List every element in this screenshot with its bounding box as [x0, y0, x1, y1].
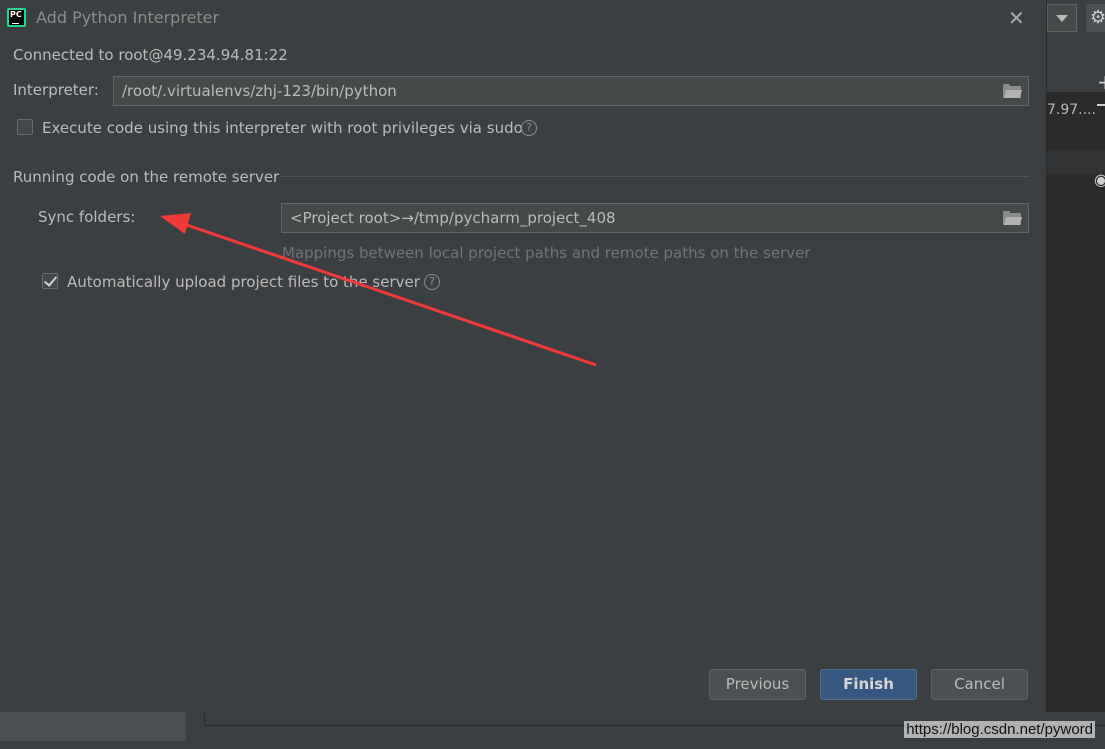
interpreter-label: Interpreter: [13, 81, 99, 99]
add-icon[interactable]: + [1097, 70, 1105, 94]
sync-folders-value: <Project root>→/tmp/pycharm_project_408 [290, 209, 616, 227]
chevron-down-icon [1056, 15, 1068, 22]
add-python-interpreter-dialog: PC Add Python Interpreter ✕ Connected to… [0, 0, 1047, 712]
dialog-titlebar[interactable]: PC Add Python Interpreter ✕ [0, 0, 1046, 36]
gear-icon: ⚙ [1090, 7, 1105, 28]
ide-bottom-left-panel [0, 712, 186, 741]
watermark: https://blog.csdn.net/pyword [904, 721, 1095, 738]
help-icon[interactable]: ? [521, 120, 537, 136]
section-separator [280, 176, 1029, 177]
cancel-button[interactable]: Cancel [931, 669, 1028, 700]
gear-button[interactable]: ⚙ [1086, 4, 1105, 32]
interpreter-path: /root/.virtualenvs/zhj-123/bin/python [122, 82, 397, 100]
ide-background-text: 7.97.... [1047, 102, 1096, 118]
auto-upload-label: Automatically upload project files to th… [67, 273, 420, 291]
folder-icon[interactable] [1003, 211, 1023, 225]
dialog-title: Add Python Interpreter [36, 8, 220, 27]
pycharm-icon: PC [7, 8, 26, 27]
checkmark-icon [43, 273, 58, 287]
finish-button[interactable]: Finish [820, 669, 917, 700]
sync-folders-label: Sync folders: [38, 208, 136, 226]
ide-combo-box[interactable] [1047, 4, 1077, 32]
remove-icon[interactable] [1097, 104, 1105, 106]
previous-button[interactable]: Previous [709, 669, 806, 700]
interpreter-field[interactable]: /root/.virtualenvs/zhj-123/bin/python [113, 76, 1029, 106]
help-icon[interactable]: ? [424, 274, 440, 290]
sudo-label: Execute code using this interpreter with… [42, 119, 523, 137]
connection-status: Connected to root@49.234.94.81:22 [13, 46, 288, 64]
sync-folders-field[interactable]: <Project root>→/tmp/pycharm_project_408 [281, 203, 1029, 233]
eye-icon[interactable]: ◉ [1094, 170, 1105, 189]
close-icon[interactable]: ✕ [1008, 6, 1025, 30]
auto-upload-checkbox[interactable] [42, 273, 58, 289]
sudo-checkbox[interactable] [17, 119, 33, 135]
section-title: Running code on the remote server [13, 168, 280, 186]
sync-folders-hint: Mappings between local project paths and… [282, 244, 811, 262]
folder-icon[interactable] [1003, 84, 1023, 98]
